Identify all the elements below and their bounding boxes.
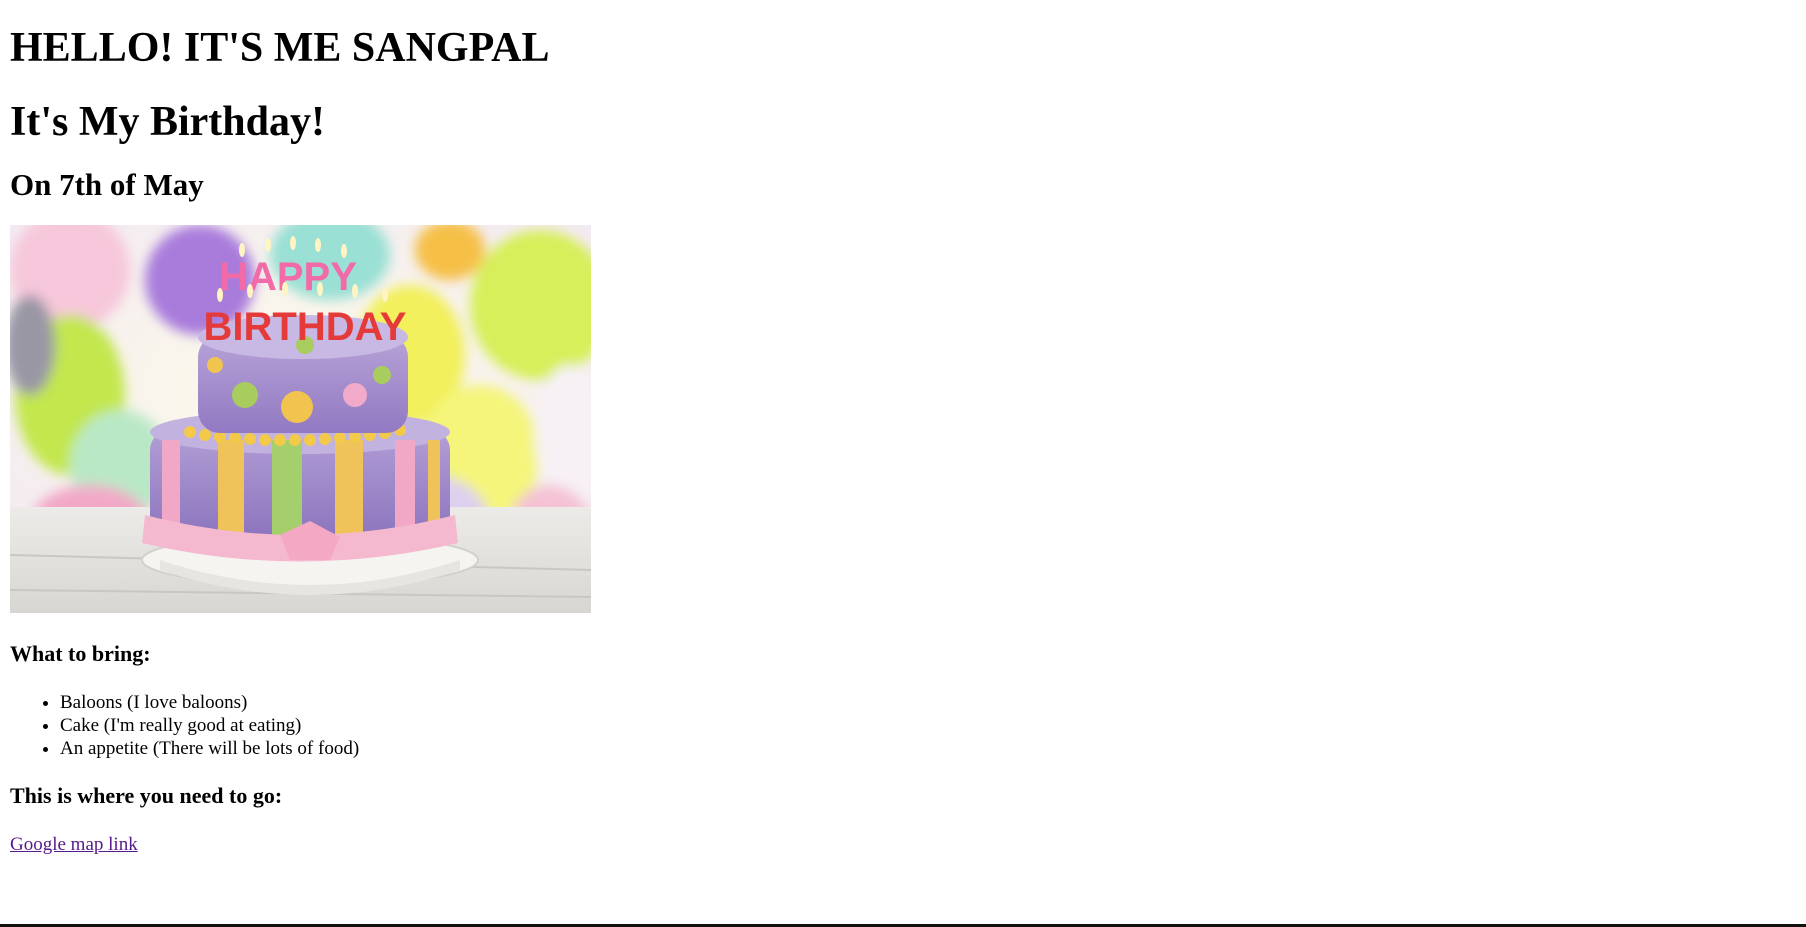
date-heading: On 7th of May [10, 167, 204, 202]
list-item: Cake (I'm really good at eating) [60, 714, 1796, 737]
bring-list: Baloons (I love baloons) Cake (I'm reall… [10, 691, 1796, 760]
candle-text-happy: HAPPY [219, 255, 357, 299]
google-map-link[interactable]: Google map link [10, 833, 138, 856]
main-heading: HELLO! IT'S ME SANGPAL [10, 25, 550, 71]
candle-text-birthday: BIRTHDAY [204, 305, 407, 349]
birthday-heading: It's My Birthday! [10, 99, 325, 145]
list-item: Baloons (I love baloons) [60, 691, 1796, 714]
where-to-go-heading: This is where you need to go: [10, 783, 283, 808]
cake-illustration: HAPPY BIRTHDAY [10, 225, 591, 613]
birthday-cake-photo: HAPPY BIRTHDAY [10, 225, 591, 613]
what-to-bring-heading: What to bring: [10, 641, 151, 666]
list-item: An appetite (There will be lots of food) [60, 737, 1796, 760]
page-content: HELLO! IT'S ME SANGPAL It's My Birthday!… [0, 0, 1806, 856]
